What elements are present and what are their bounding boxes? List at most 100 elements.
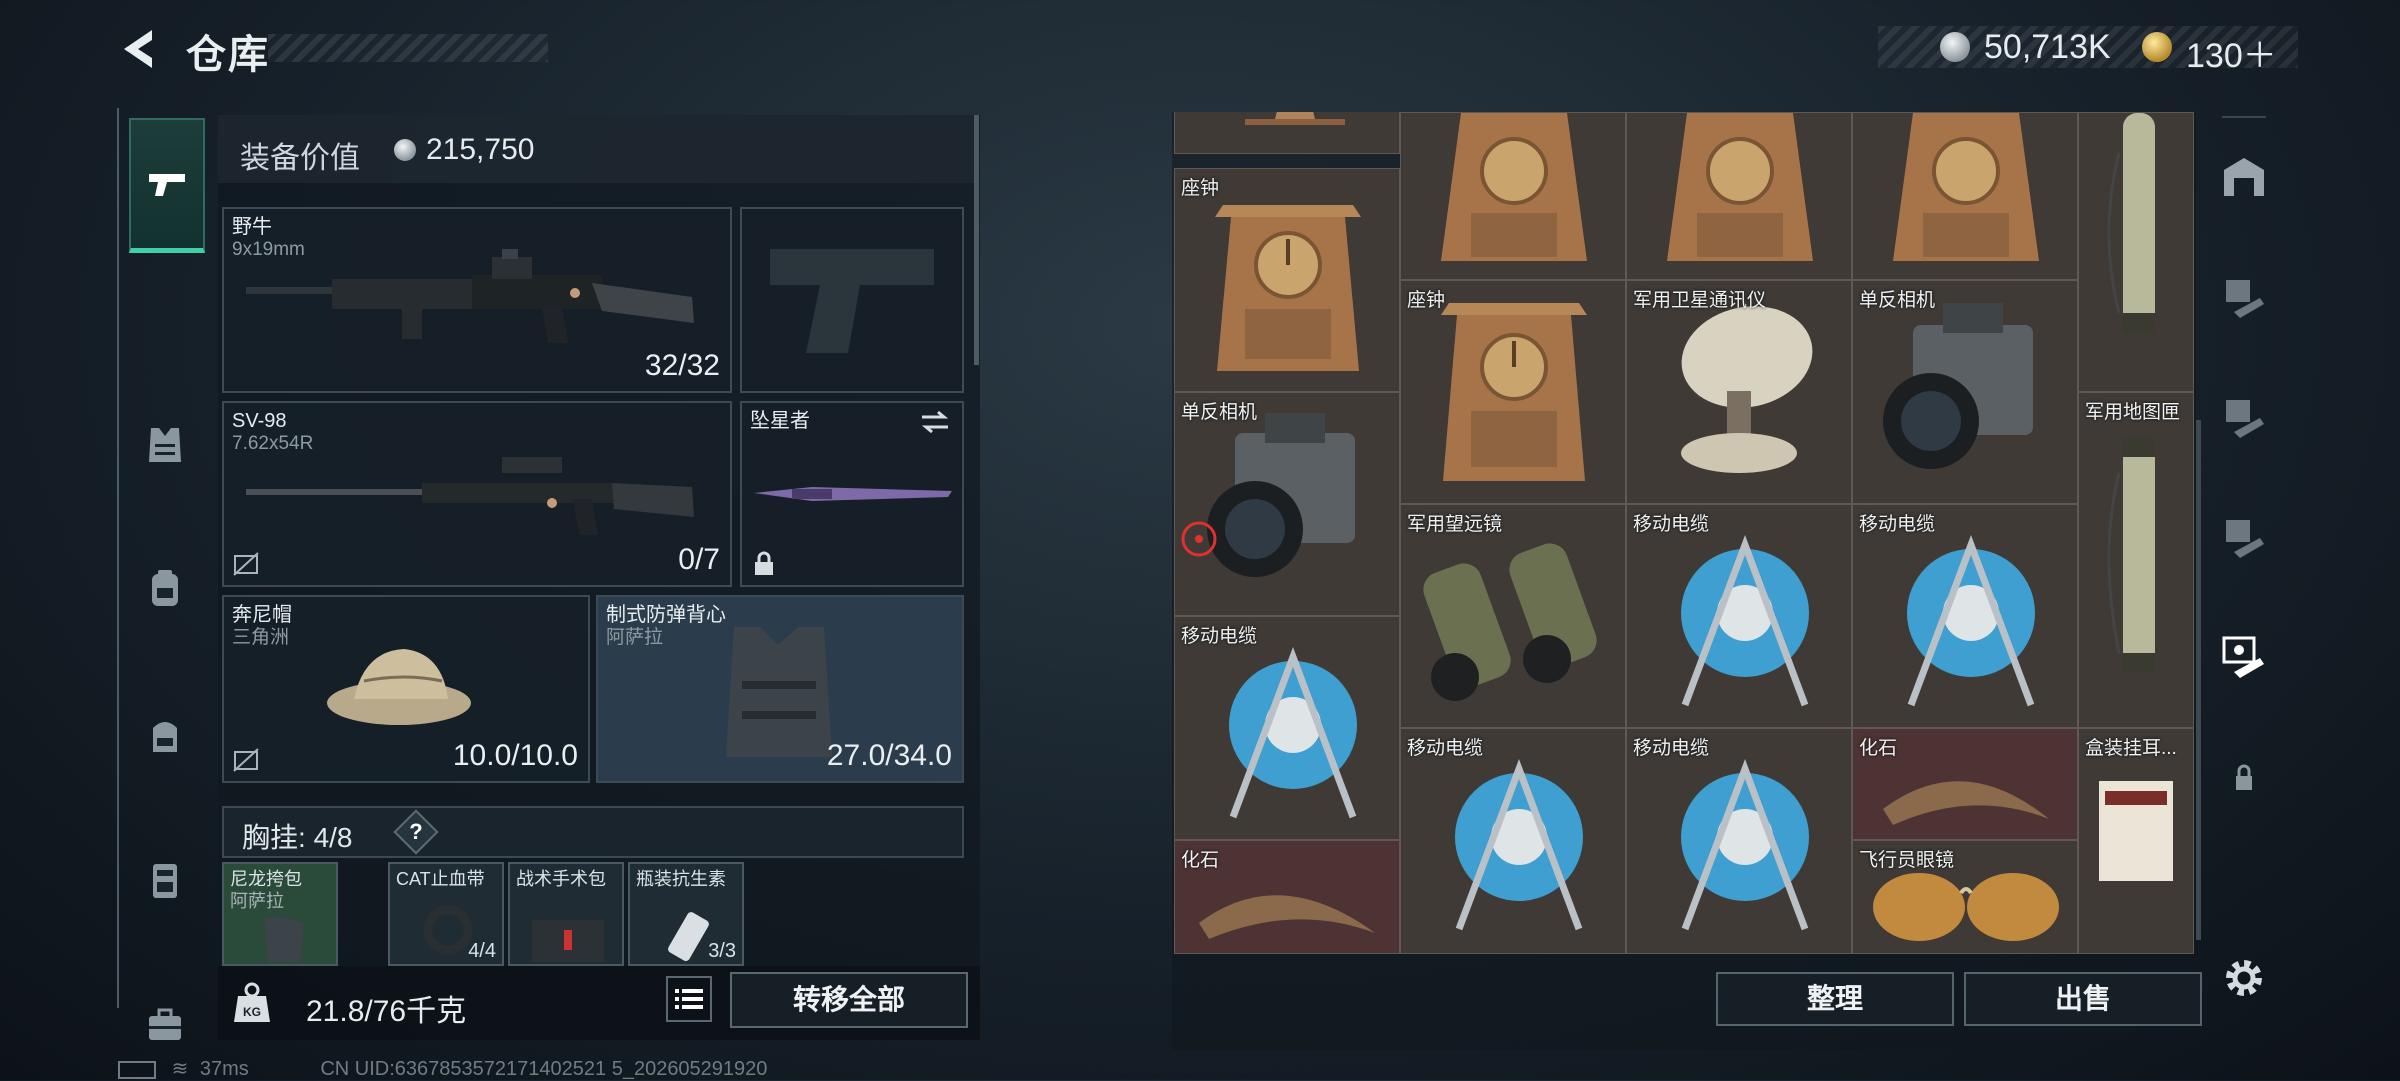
list-view-button[interactable] [666,976,712,1022]
chest-rig-header: 胸挂: 4/8 ? [222,806,964,858]
camera-icon [1883,303,2033,469]
item-cable-reel[interactable]: 移动电缆 [1174,616,1400,840]
secondary-weapon-slot[interactable]: SV-98 7.62x54R 0/7 [222,401,732,587]
item-cable-reel[interactable]: 移动电缆 [1626,504,1852,728]
sort-button[interactable]: 整理 [1716,972,1954,1026]
item-binoculars[interactable]: 军用望远镜 [1400,504,1626,728]
item-label: 移动电缆 [1407,738,1484,759]
camera-icon [1181,413,1355,577]
item-label: 座钟 [1407,290,1446,311]
item-name: 瓶装抗生素 [636,869,726,889]
item-label: 飞行员眼镜 [1859,850,1955,871]
tab-locked[interactable] [2218,752,2270,804]
chest-item-pouch[interactable]: 尼龙挎包 阿萨拉 [222,862,338,966]
page-title: 仓库 [186,33,270,77]
item-label: 单反相机 [1859,290,1936,311]
item-map-case-top[interactable] [2078,112,2194,392]
tab-box-3[interactable] [2218,510,2270,562]
map-case-icon [2107,113,2155,333]
silver-coin-icon [394,139,416,161]
item-sat-comm[interactable]: 军用卫星通讯仪 [1626,280,1852,504]
item-dslr-camera[interactable]: 单反相机 [1852,280,2078,504]
equipment-scrollbar[interactable] [974,115,979,365]
helmet-name: 奔尼帽 [232,604,292,626]
stash-scrollbar[interactable] [2196,420,2201,940]
tab-box-1[interactable] [2218,270,2270,322]
transfer-all-button[interactable]: 转移全部 [730,972,968,1028]
item-map-case[interactable]: 军用地图匣 [2078,392,2194,728]
box-hand-icon [2226,400,2264,438]
chest-item-tourniquet[interactable]: CAT止血带 4/4 [388,862,504,966]
sell-button[interactable]: 出售 [1964,972,2202,1026]
chest-item-surgical-kit[interactable]: 战术手术包 [508,862,624,966]
equipment-value-label: 装备价值 [240,142,360,175]
melee-slot[interactable]: 坠星者 [740,401,964,587]
tab-vest[interactable] [129,408,201,480]
chest-item-antibiotics[interactable]: 瓶装抗生素 3/3 [628,862,744,966]
box-hand-icon [2226,520,2264,558]
weight-bar: KG 21.8/76千克 转移全部 [218,966,980,1040]
sniper-rifle-icon [246,457,694,535]
pistol-placeholder-icon [770,249,934,353]
helmet-durability: 10.0/10.0 [452,739,578,772]
pouch-icon [264,916,304,962]
tab-warehouse[interactable] [2218,150,2270,202]
tab-backpack-small[interactable] [129,552,201,624]
svg-text:KG: KG [243,1005,261,1019]
item-desk-clock[interactable]: 座钟 [1400,280,1626,504]
help-button[interactable]: ? [393,809,439,855]
lock-icon [755,551,773,575]
item-aviator-glasses[interactable]: 飞行员眼镜 [1852,840,2078,954]
gold-amount[interactable]: 130＋ [2186,28,2277,77]
knife-icon [754,487,952,501]
lock-icon [2236,764,2252,790]
item-desk-clock-top[interactable] [1626,112,1852,280]
cable-reel-icon [1681,759,1809,931]
item-desk-clock-top[interactable] [1852,112,2078,280]
warehouse-icon [2224,158,2264,196]
desk-clock-icon [1441,113,1587,261]
item-label: 军用地图匣 [2085,402,2181,423]
item-label: 单反相机 [1181,402,1258,423]
item-name: 战术手术包 [516,869,606,889]
item-desk-clock[interactable]: 座钟 [1174,168,1400,392]
tab-weapons[interactable] [129,118,205,253]
helmet-slot[interactable]: 奔尼帽 三角洲 10.0/10.0 [222,595,590,783]
grid-cell[interactable] [1174,112,1400,154]
armor-name: 制式防弹背心 [606,604,726,626]
item-label: 移动电缆 [1859,514,1936,535]
item-cable-reel[interactable]: 移动电缆 [1852,504,2078,728]
tab-storage[interactable] [129,844,201,916]
clock-icon [1245,112,1345,125]
tab-backpack[interactable] [129,698,201,770]
smg-rifle-icon [246,249,694,343]
item-cable-reel[interactable]: 移动电缆 [1626,728,1852,954]
item-fossil[interactable]: 化石 [1852,728,2078,840]
body-armor-icon [726,627,832,757]
stash-grid: 座钟 座钟 军用卫星通讯仪 单反相机 单反相机 军用地图匣 军用望远镜 移动电缆… [1174,112,2194,954]
wifi-icon: ≋ [171,1058,189,1080]
back-arrow-icon[interactable] [118,26,158,72]
weapon-ammo: 32/32 [644,349,720,382]
item-desk-clock-top[interactable] [1400,112,1626,280]
item-dslr-camera[interactable]: 单反相机 [1174,392,1400,616]
primary-weapon-slot[interactable]: 野牛 9x19mm 32/32 [222,207,732,393]
swap-icon[interactable] [918,409,952,435]
user-uid: CN UID:6367853572171402521 5_20260529192… [320,1058,768,1080]
item-fossil[interactable]: 化石 [1174,840,1400,954]
helmet-sub: 三角洲 [232,627,290,648]
cable-reel-icon [1229,647,1357,819]
tab-box-2[interactable] [2218,390,2270,442]
tab-case[interactable] [129,988,201,1060]
item-drip-coffee-box[interactable]: 盒装挂耳... [2078,728,2194,954]
status-bar: ≋ 37ms CN UID:6367853572171402521 5_2026… [118,1056,767,1081]
armor-slot[interactable]: 制式防弹背心 阿萨拉 27.0/34.0 [596,595,964,783]
storage-rail [2204,112,2278,1022]
pistol-slot[interactable] [740,207,964,393]
chest-rig-label: 胸挂 [242,822,299,853]
item-sub: 阿萨拉 [230,891,284,911]
tab-box-active[interactable] [2218,630,2270,682]
item-cable-reel[interactable]: 移动电缆 [1400,728,1626,954]
kg-weight-icon: KG [234,982,270,1022]
settings-button[interactable] [2218,952,2270,1004]
